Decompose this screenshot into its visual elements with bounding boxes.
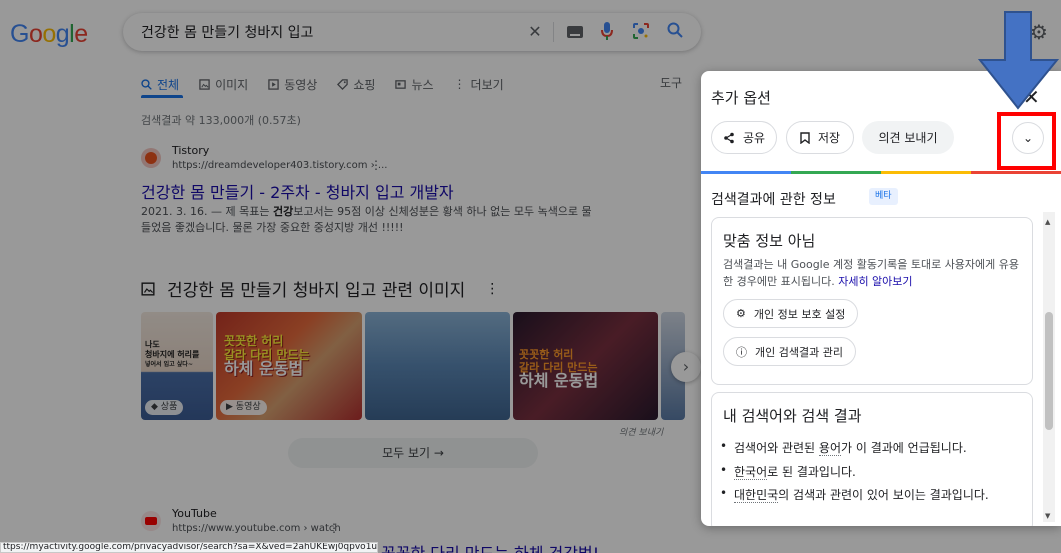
image-thumbnail[interactable]: 나도 청바지에 허리를 넣어서 입고 싶다~ ◆ 상품 — [141, 312, 213, 420]
tools-button[interactable]: 도구 — [660, 74, 682, 91]
list-item: 대한민국의 검색과 관련이 있어 보이는 결과입니다. — [720, 486, 989, 503]
more-vert-icon[interactable]: ⋮ — [370, 158, 382, 172]
scroll-down-arrow-icon[interactable]: ▼ — [1045, 512, 1050, 520]
play-icon: ▶ — [226, 402, 236, 412]
result-title-link[interactable]: 건강한 몸 만들기 - 2주차 - 청바지 입고 개발자 — [141, 179, 454, 203]
tag-icon: ◆ — [151, 402, 161, 412]
image-thumbnail[interactable] — [365, 312, 510, 420]
list-item: 한국어로 된 결과입니다. — [720, 463, 856, 480]
annotation-arrow-icon — [978, 11, 1060, 110]
send-feedback-button[interactable]: 의견 보내기 — [862, 121, 954, 154]
more-vert-icon[interactable]: ⋮ — [328, 521, 340, 535]
info-icon: ⓘ — [736, 345, 747, 359]
more-vert-icon[interactable]: ⋮ — [485, 281, 499, 297]
search-tabs: 전체 이미지 동영상 쇼핑 뉴스 ⋮ 더보기 — [141, 74, 504, 94]
search-icon — [141, 78, 152, 90]
status-bar-url: ttps://myactivity.google.com/privacyadvi… — [0, 542, 378, 553]
beta-badge: 베타 — [869, 188, 898, 205]
scroll-up-arrow-icon[interactable]: ▲ — [1045, 218, 1050, 226]
see-all-button[interactable]: 모두 보기 → — [288, 438, 538, 468]
image-icon — [141, 281, 155, 296]
product-chip: ◆ 상품 — [145, 400, 184, 415]
result-site-name: Tistory — [172, 144, 210, 157]
lens-icon[interactable] — [631, 22, 651, 42]
gear-icon: ⚙ — [736, 307, 746, 320]
tab-news[interactable]: 뉴스 — [395, 74, 434, 94]
video-chip: ▶ 동영상 — [220, 400, 267, 415]
result-url[interactable]: https://dreamdeveloper403.tistory.com › … — [172, 160, 387, 171]
more-vert-icon: ⋮ — [453, 77, 466, 91]
learn-more-link[interactable]: 자세히 알아보기 — [838, 275, 912, 288]
card-title: 맞춤 정보 아님 — [723, 232, 816, 250]
save-button[interactable]: 저장 — [786, 121, 854, 154]
images-section-heading: 건강한 몸 만들기 청바지 입고 관련 이미지 ⋮ — [141, 276, 499, 301]
divider — [553, 22, 554, 42]
card-body: 검색결과는 내 Google 계정 활동기록을 토대로 사용자에게 유용한 경우… — [723, 258, 1020, 288]
panel-title: 추가 옵션 — [711, 89, 771, 107]
tistory-favicon — [141, 148, 161, 168]
image-thumbnail[interactable]: 꼿꼿한 허리 갈라 다리 만드는 하체 운동법 — [513, 312, 658, 420]
result-stats: 검색결과 약 133,000개 (0.57초) — [141, 114, 301, 127]
tab-more[interactable]: ⋮ 더보기 — [454, 74, 504, 94]
chevron-right-icon: › — [682, 357, 690, 376]
manage-personal-results-button[interactable]: ⓘ 개인 검색결과 관리 — [723, 337, 856, 366]
search-terms-card: 내 검색어와 검색 결과 검색어와 관련된 용어가 이 결과에 언급됩니다. 한… — [711, 392, 1033, 526]
tab-videos[interactable]: 동영상 — [268, 74, 317, 94]
search-icon[interactable] — [665, 22, 685, 42]
video-icon — [268, 78, 279, 90]
result-url[interactable]: https://www.youtube.com › watch — [172, 523, 341, 534]
not-personalized-card: 맞춤 정보 아님 검색결과는 내 Google 계정 활동기록을 토대로 사용자… — [711, 217, 1033, 385]
tab-shopping[interactable]: 쇼핑 — [337, 74, 375, 94]
microphone-icon[interactable] — [597, 22, 617, 42]
about-result-title: 검색결과에 관한 정보 — [711, 192, 836, 208]
result-title-link[interactable]: 꼿꼿한 다리 만드는 하체 건강법! — [381, 540, 599, 553]
result-snippet: 2021. 3. 16. — 제 목표는 건강보고서는 95점 이상 신체성분은… — [141, 205, 592, 234]
share-button[interactable]: 공유 — [711, 121, 777, 154]
next-images-button[interactable]: › — [671, 352, 701, 382]
arrow-right-icon: → — [433, 446, 444, 460]
keyboard-icon[interactable] — [565, 22, 585, 42]
annotation-highlight-box — [997, 112, 1056, 170]
google-color-bar — [701, 171, 1061, 174]
privacy-settings-button[interactable]: ⚙ 개인 정보 보호 설정 — [723, 299, 859, 328]
bookmark-icon — [800, 131, 810, 144]
clear-icon[interactable]: ✕ — [525, 22, 545, 42]
tab-images[interactable]: 이미지 — [199, 74, 248, 94]
image-icon — [199, 78, 210, 90]
google-logo[interactable]: Google — [10, 20, 88, 49]
image-thumbnail[interactable]: 꼿꼿한 허리 갈라 다리 만드는 하체 운동법 ▶ 동영상 — [216, 312, 362, 420]
news-icon — [395, 79, 407, 89]
youtube-favicon — [141, 511, 161, 531]
tab-all[interactable]: 전체 — [141, 74, 179, 94]
share-icon — [724, 132, 734, 143]
result-site-name: YouTube — [172, 507, 217, 520]
card-title: 내 검색어와 검색 결과 — [723, 407, 862, 425]
list-item: 검색어와 관련된 용어가 이 결과에 언급됩니다. — [720, 439, 967, 456]
search-input[interactable]: 건강한 몸 만들기 청바지 입고 — [141, 22, 313, 42]
tag-icon — [337, 78, 349, 90]
search-box[interactable]: 건강한 몸 만들기 청바지 입고 ✕ — [123, 13, 701, 51]
scrollbar-thumb[interactable] — [1045, 312, 1053, 430]
feedback-link[interactable]: 의견 보내기 — [619, 425, 663, 438]
active-tab-indicator — [141, 95, 183, 98]
